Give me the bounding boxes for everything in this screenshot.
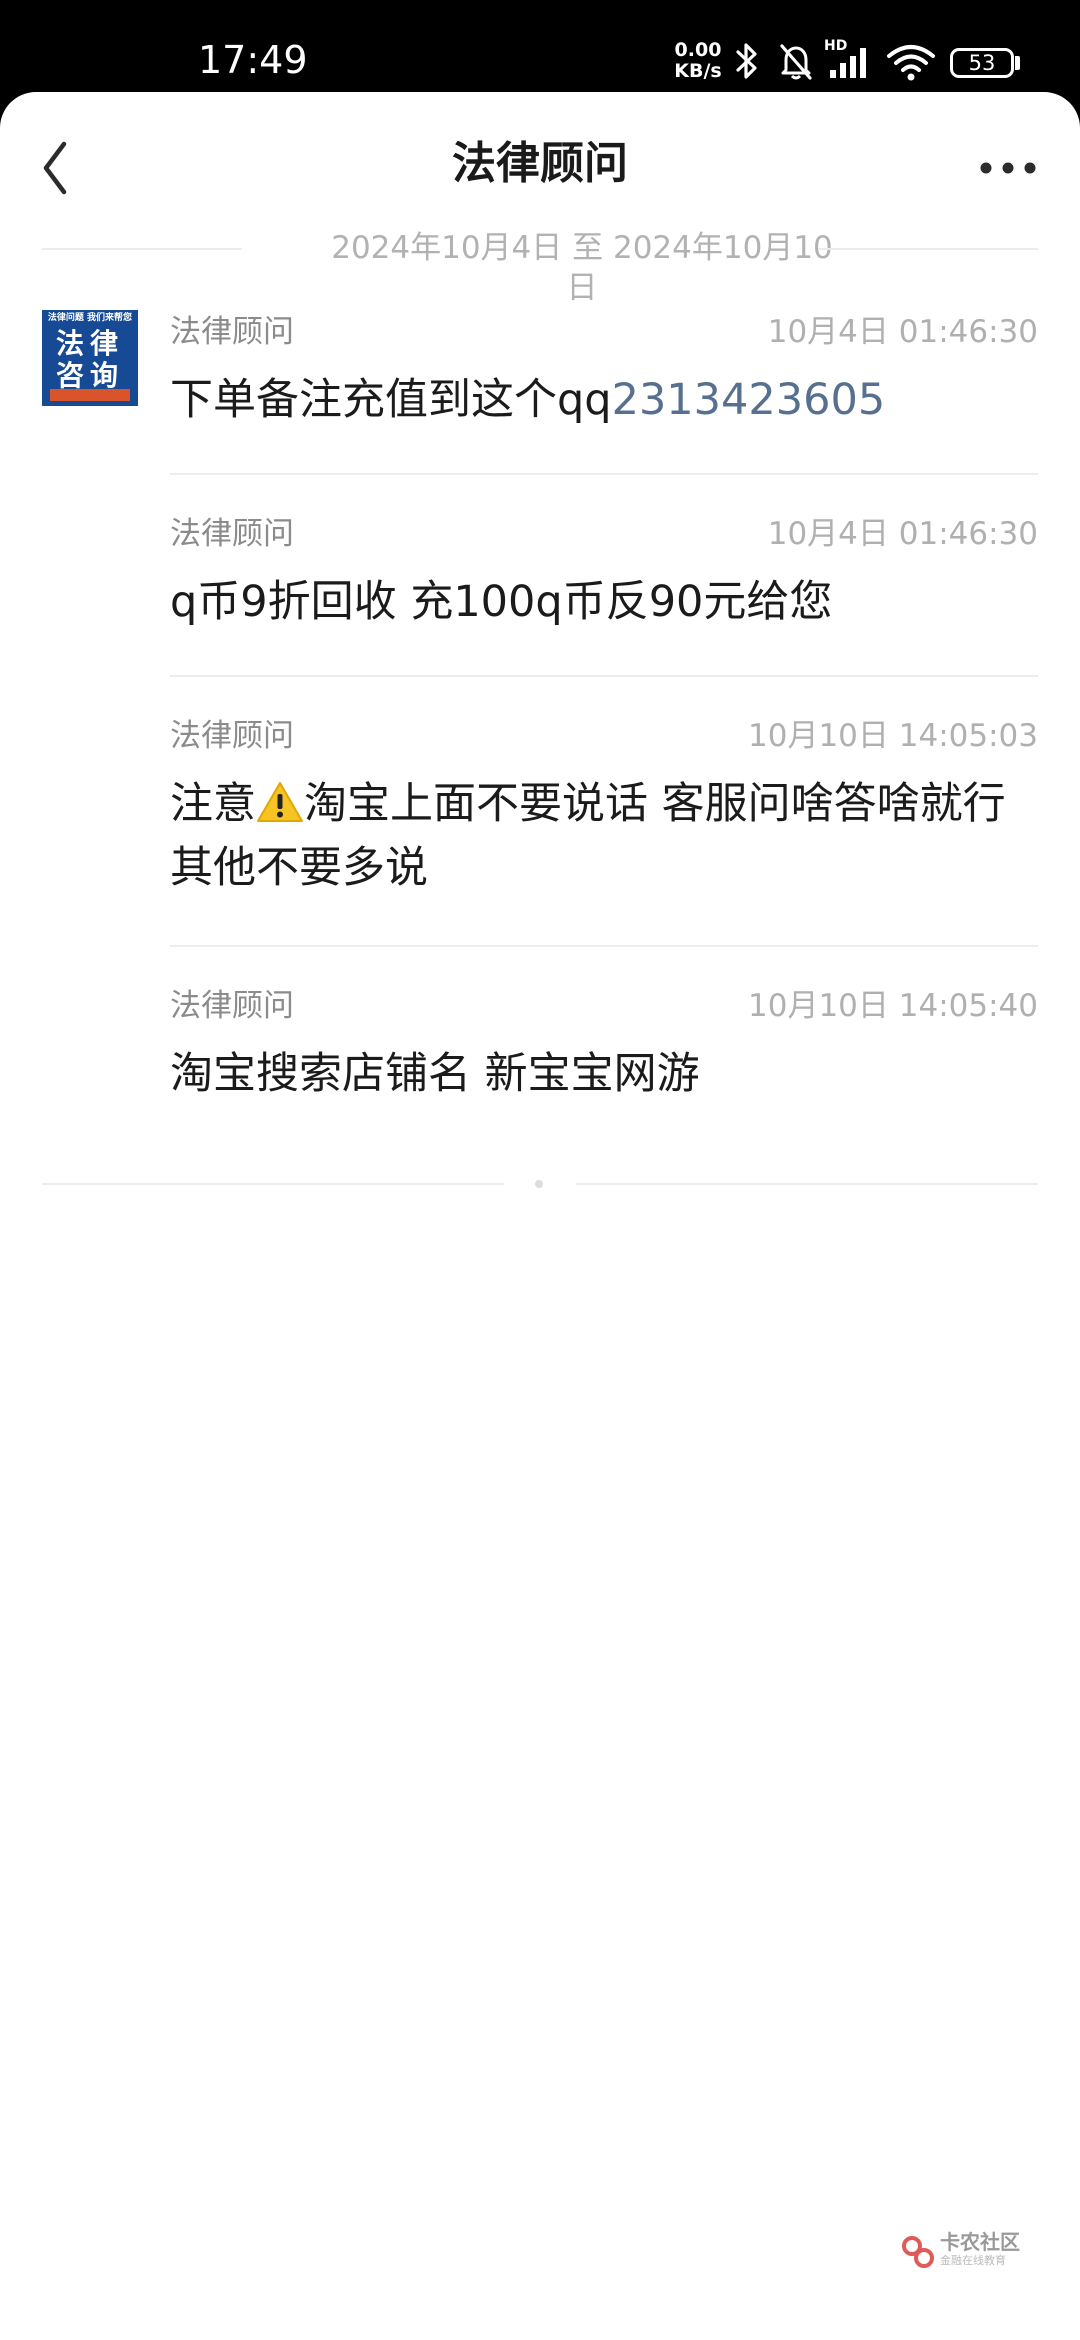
- message-sender: 法律顾问: [170, 988, 294, 1024]
- watermark-logo-icon: [902, 2236, 934, 2268]
- message-text: 淘宝搜索店铺名 新宝宝网游: [170, 1049, 700, 1099]
- chat-history-page: 法律顾问 2024年10月4日 至 2024年10月10日 法律问题 我们来帮您…: [0, 92, 1080, 2340]
- battery-tip: [1015, 56, 1020, 70]
- divider-line: [42, 248, 242, 250]
- avatar-title-line1: 法律: [55, 327, 124, 360]
- message-item[interactable]: 法律顾问 10月4日 01:46:30 下单备注充值到这个qq231342360…: [170, 310, 1038, 450]
- message-time: 10月10日 14:05:40: [748, 988, 1038, 1024]
- message-text-content: 下单备注充值到这个qq: [170, 375, 612, 425]
- more-options-icon[interactable]: [968, 148, 1048, 188]
- network-speed: 0.00 KB/s: [668, 40, 728, 82]
- message-sender: 法律顾问: [170, 718, 294, 754]
- message-item[interactable]: 法律顾问 10月4日 01:46:30 q币9折回收 充100q币反90元给您: [170, 512, 1038, 652]
- end-divider-dot: [535, 1180, 543, 1188]
- date-range-label: 2024年10月4日 至 2024年10月10日: [331, 230, 833, 306]
- wifi-icon: [887, 45, 935, 81]
- page-title: 法律顾问: [452, 138, 628, 189]
- message-text: q币9折回收 充100q币反90元给您: [170, 577, 833, 627]
- status-time: 17:49: [198, 38, 308, 82]
- qq-number-link[interactable]: 2313423605: [612, 375, 886, 425]
- signal-icon: [830, 48, 866, 78]
- avatar-title-line2: 咨询: [55, 359, 124, 392]
- status-bar: 17:49 0.00 KB/s HD 53: [0, 0, 1080, 92]
- message-text-prefix: 注意: [170, 779, 256, 829]
- notifications-off-icon: [780, 44, 812, 80]
- message-time: 10月10日 14:05:03: [748, 718, 1038, 754]
- back-icon[interactable]: [28, 128, 84, 208]
- avatar-footer-band: [50, 389, 130, 401]
- divider-line: [818, 248, 1038, 250]
- message-text: 下单备注充值到这个qq2313423605: [170, 368, 1038, 432]
- watermark: 卡农社区 金融在线教育: [900, 2230, 1050, 2274]
- date-range-divider: 2024年10月4日 至 2024年10月10日: [42, 228, 1038, 306]
- end-divider-line: [576, 1183, 1038, 1185]
- message-text: 注意 淘宝上面不要说话 客服问啥答啥就行 其他不要多说: [170, 772, 1038, 900]
- network-speed-unit: KB/s: [674, 60, 722, 82]
- network-speed-value: 0.00: [674, 39, 722, 61]
- message-divider: [170, 473, 1038, 475]
- end-divider-line: [42, 1183, 504, 1185]
- bluetooth-icon: [736, 43, 757, 79]
- message-divider: [170, 945, 1038, 947]
- message-divider: [170, 675, 1038, 677]
- avatar[interactable]: 法律问题 我们来帮您 法律 咨询: [42, 310, 138, 406]
- message-time: 10月4日 01:46:30: [767, 516, 1038, 552]
- message-item[interactable]: 法律顾问 10月10日 14:05:03 注意 淘宝上面不要说话 客服问啥答啥就行…: [170, 714, 1038, 914]
- avatar-tagline: 法律问题 我们来帮您: [47, 313, 133, 323]
- battery-level: 53: [950, 48, 1014, 78]
- avatar-title: 法律 咨询: [42, 328, 138, 392]
- warning-icon: [257, 782, 303, 822]
- message-sender: 法律顾问: [170, 314, 294, 350]
- message-item[interactable]: 法律顾问 10月10日 14:05:40 淘宝搜索店铺名 新宝宝网游: [170, 984, 1038, 1124]
- message-time: 10月4日 01:46:30: [767, 314, 1038, 350]
- watermark-subtext: 金融在线教育: [940, 2254, 1006, 2267]
- watermark-text: 卡农社区: [940, 2230, 1020, 2254]
- message-sender: 法律顾问: [170, 516, 294, 552]
